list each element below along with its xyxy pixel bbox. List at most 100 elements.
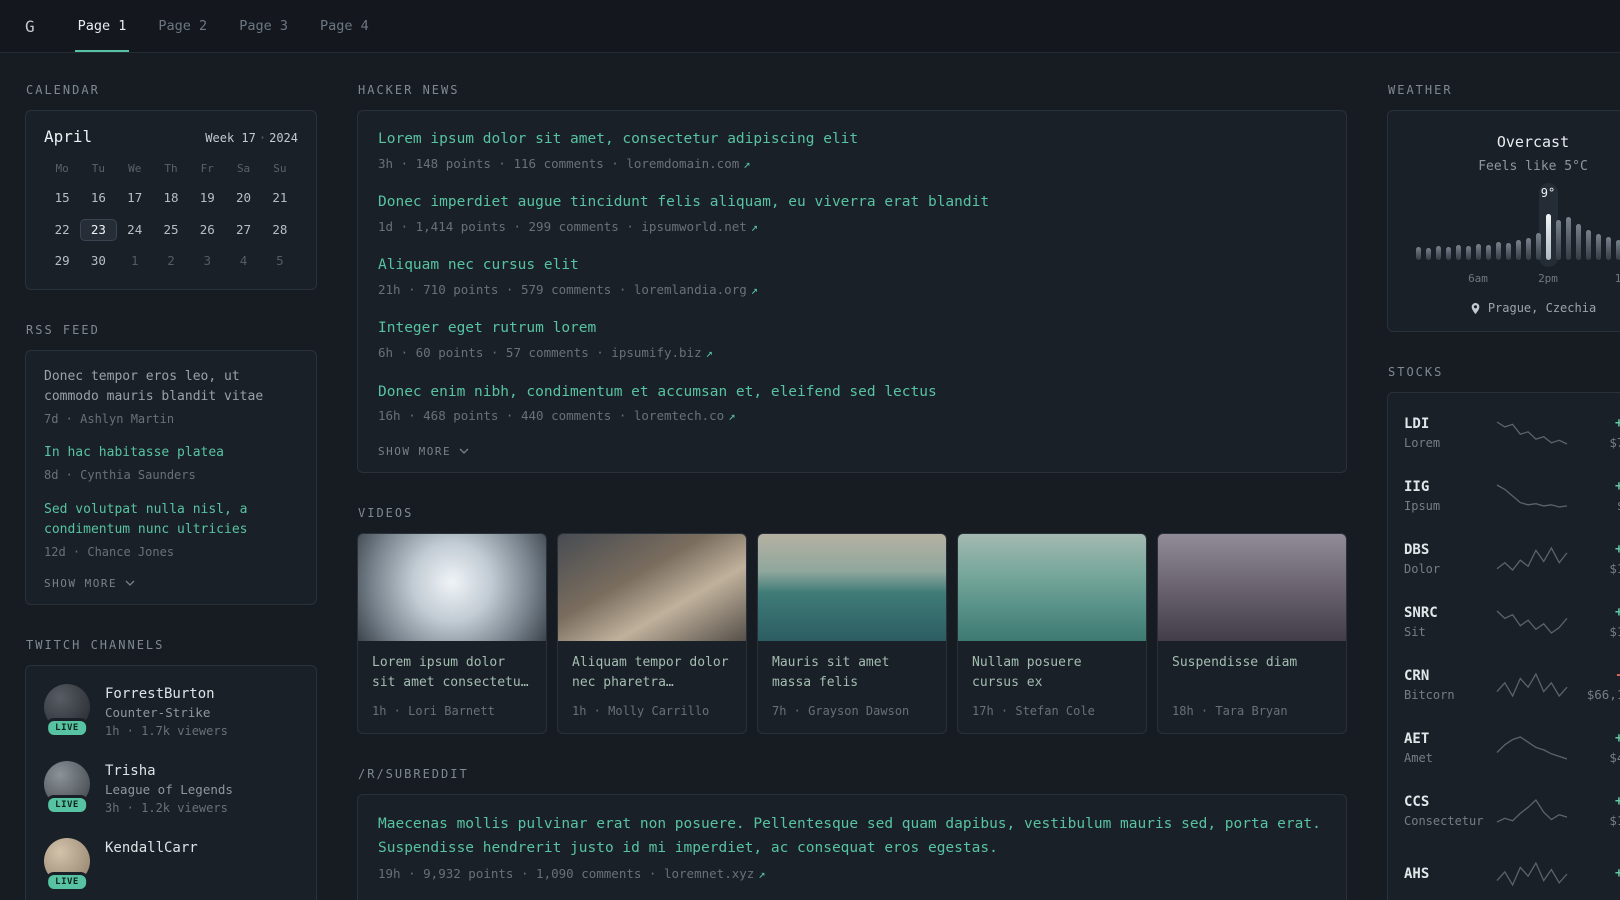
stock-row[interactable]: SNRC Sit +1.36% $148.64 [1404,590,1620,653]
calendar-day: 1 [130,253,139,268]
stock-row[interactable]: CCS Consectetur +0.51% $165.84 [1404,779,1620,842]
calendar-day: 30 [90,253,106,268]
channel-name[interactable]: Trisha [105,761,233,779]
channel-meta: 1h · 1.7k viewers [105,723,228,738]
stock-name: Dolor [1404,561,1441,576]
video-title[interactable]: Aliquam tempor dolor nec pharetra… [572,653,732,694]
hn-story-title[interactable]: Donec enim nibh, condimentum et accumsan… [378,382,1326,404]
hn-story-domain[interactable]: ipsumworld.net [641,219,746,234]
hn-story-title[interactable]: Donec imperdiet augue tincidunt felis al… [378,192,1326,214]
stock-name: Lorem [1404,435,1441,450]
hn-story-domain[interactable]: ipsumify.biz [611,345,701,360]
subreddit-post-domain[interactable]: loremnet.xyz [664,866,754,881]
external-link-icon: ↗ [750,219,758,234]
stock-row[interactable]: CRN Bitcorn -1.00% $66,171.48 [1404,653,1620,716]
calendar-day: 29 [54,253,70,268]
twitch-channel[interactable]: LIVE KendallCarr [44,838,298,893]
video-card[interactable]: Aliquam tempor dolor nec pharetra… 1h · M… [557,532,747,735]
widget-title-stocks: STOCKS [1388,365,1444,379]
left-column: CALENDAR April Week 17 · 2024 Mo Tu We Th Fr Sa… [25,83,317,900]
hn-story: Lorem ipsum dolor sit amet, consectetur … [378,129,1326,173]
stock-change: -1.00% [1574,668,1620,683]
weather-bar [1535,233,1541,260]
rss-item[interactable]: In hac habitasse platea 8d · Cynthia Saun… [44,443,298,484]
video-meta: 1h · Molly Carrillo [572,703,710,718]
subreddit-post-title[interactable]: Maecenas mollis pulvinar erat non posuer… [378,813,1326,861]
video-card[interactable]: Suspendisse diam 18h · Tara Bryan [1157,532,1347,735]
stock-id: LDI Lorem [1404,416,1490,450]
video-title[interactable]: Lorem ipsum dolor sit amet consectetu… [372,653,532,694]
stock-sparkline [1490,735,1574,761]
weather-card: Overcast Feels like 5°C 9° 6am 2pm 10pm Pr… [1387,110,1620,332]
channel-name[interactable]: KendallCarr [105,838,198,856]
middle-column: HACKER NEWS Lorem ipsum dolor sit amet, … [357,83,1347,900]
weather-hour [1585,210,1591,260]
weather-bar [1585,230,1591,260]
twitch-channel[interactable]: LIVE ForrestBurton Counter-Strike 1h · 1.7k… [44,683,298,740]
stock-id: SNRC Sit [1404,605,1490,639]
calendar-day: 16 [90,190,106,205]
rss-item-title[interactable]: In hac habitasse platea [44,443,298,464]
weather-time-label: 10pm [1614,272,1620,285]
rss-show-more-button[interactable]: SHOW MORE [44,577,298,590]
weather-current-temp: 9° [1540,186,1556,200]
tab-page-3[interactable]: Page 3 [236,0,291,52]
hn-story-title[interactable]: Lorem ipsum dolor sit amet, consectetur … [378,129,1326,151]
rss-item-title[interactable]: Donec tempor eros leo, ut commodo mauris… [44,367,298,409]
hn-list: Lorem ipsum dolor sit amet, consectetur … [378,129,1326,426]
stock-symbol: CCS [1404,793,1430,810]
app-logo[interactable]: G [25,17,35,36]
video-card[interactable]: Mauris sit amet massa felis 7h · Grayson … [757,532,947,735]
stock-row[interactable]: AHS +0.46% [1404,842,1620,900]
subreddit-widget: /R/SUBREDDIT Maecenas mollis pulvinar er… [357,767,1347,900]
video-title[interactable]: Nullam posuere cursus ex [972,653,1132,694]
video-thumbnail [558,533,746,641]
calendar-day: 28 [272,221,288,237]
hn-story-domain[interactable]: loremtech.co [634,408,724,423]
avatar: LIVE [44,683,90,738]
stock-row[interactable]: DBS Dolor +1.42% $156.28 [1404,527,1620,590]
hn-story-title[interactable]: Aliquam nec cursus elit [378,255,1326,277]
video-title[interactable]: Suspendisse diam [1172,653,1332,694]
content: CALENDAR April Week 17 · 2024 Mo Tu We Th Fr Sa… [0,53,1620,900]
stock-values: +0.92% $499.72 [1574,731,1620,765]
tab-page-4[interactable]: Page 4 [317,0,372,52]
weather-hour [1475,210,1481,260]
video-title[interactable]: Mauris sit amet massa felis [772,653,932,694]
calendar-day: 3 [203,253,212,268]
channel-category: League of Legends [105,782,233,798]
stock-row[interactable]: LDI Lorem +4.35% $795.18 [1404,401,1620,464]
stock-price: $156.28 [1609,560,1620,576]
weather-time-label: 2pm [1538,272,1558,285]
stock-row[interactable]: IIG Ipsum +2.84% $42.04 [1404,464,1620,527]
hn-story-domain[interactable]: loremdomain.com [626,156,739,171]
video-meta: 7h · Grayson Dawson [772,703,910,718]
show-more-label: SHOW MORE [378,444,452,458]
video-card[interactable]: Lorem ipsum dolor sit amet consectetu… 1h… [357,532,547,735]
stock-row[interactable]: AET Amet +0.92% $499.72 [1404,716,1620,779]
rss-item[interactable]: Sed volutpat nulla nisl, a condimentum n… [44,500,298,562]
channel-name[interactable]: ForrestBurton [105,684,228,702]
weather-bar [1445,247,1451,260]
separator-dot: · [258,131,267,145]
rss-widget: RSS FEED Donec tempor eros leo, ut commo… [25,323,317,605]
weather-bar [1475,244,1481,260]
rss-item[interactable]: Donec tempor eros leo, ut commodo mauris… [44,367,298,429]
hn-story-domain[interactable]: loremlandia.org [634,282,747,297]
hn-story-title[interactable]: Integer eget rutrum lorem [378,318,1326,340]
stock-price: $66,171.48 [1586,686,1620,702]
tab-page-1[interactable]: Page 1 [74,0,130,52]
channel-category: Counter-Strike [105,704,211,720]
twitch-list: LIVE ForrestBurton Counter-Strike 1h · 1.7k… [44,683,298,893]
weather-feels-like: Feels like 5°C [1478,159,1588,174]
tab-page-2[interactable]: Page 2 [155,0,210,52]
weather-hour [1595,210,1601,260]
weather-bar [1515,240,1521,260]
twitch-channel[interactable]: LIVE Trisha League of Legends 3h · 1.2k vie… [44,761,298,817]
weather-hour: 9° [1538,183,1558,267]
stock-change: +0.46% [1615,866,1620,881]
rss-item-title[interactable]: Sed volutpat nulla nisl, a condimentum n… [44,500,298,542]
video-thumbnail [358,533,546,641]
hn-show-more-button[interactable]: SHOW MORE [378,445,1326,458]
video-card[interactable]: Nullam posuere cursus ex 17h · Stefan Col… [957,532,1147,735]
